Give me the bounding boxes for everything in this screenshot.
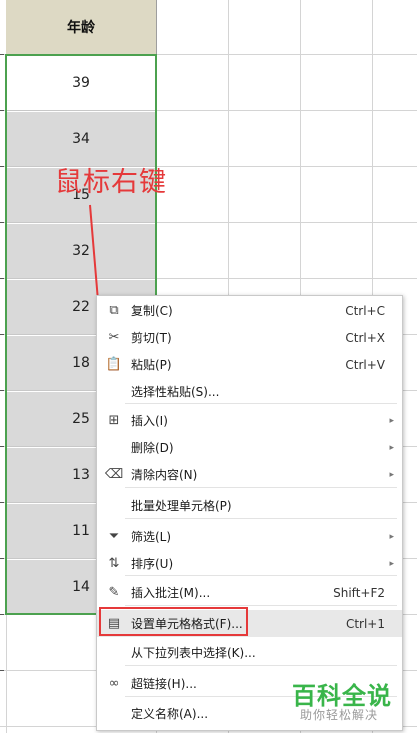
scissors-icon: ✂: [108, 329, 120, 345]
watermark: 百科全说 助你轻松解决: [292, 676, 412, 726]
menu-item[interactable]: ✎ 插入批注(M)... Shift+F2: [97, 579, 402, 606]
menu-item[interactable]: ✂ 剪切(T) Ctrl+X: [97, 324, 402, 351]
menu-item-shortcut: Ctrl+X: [345, 330, 385, 345]
menu-item-label: 批量处理单元格(P): [131, 499, 232, 513]
insert-icon: ⊞: [108, 412, 120, 428]
row-marker: [0, 166, 4, 167]
menu-item-label: 粘贴(P): [131, 358, 172, 372]
row-marker: [0, 334, 4, 335]
menu-item-label: 删除(D): [131, 441, 174, 455]
menu-item[interactable]: ⧉ 复制(C) Ctrl+C: [97, 297, 402, 324]
menu-item[interactable]: 删除(D) ▸: [97, 434, 402, 461]
context-menu: ⧉ 复制(C) Ctrl+C ✂ 剪切(T) Ctrl+X 📋 粘贴(P) Ctrl+V 选择性粘…: [96, 295, 403, 731]
submenu-arrow-icon: ▸: [389, 531, 394, 542]
menu-item-label: 复制(C): [131, 304, 173, 318]
menu-item-label: 插入批注(M)...: [131, 586, 211, 600]
column-header-age[interactable]: 年龄: [6, 0, 157, 55]
filter-icon: ⏷: [108, 528, 120, 544]
row-marker: [0, 390, 4, 391]
paste-icon: 📋: [105, 356, 123, 372]
age-cell[interactable]: 34: [6, 112, 156, 167]
menu-item-label: 插入(I): [131, 414, 168, 428]
comment-icon: ✎: [108, 584, 120, 600]
row-marker: [0, 222, 4, 223]
row-marker: [0, 54, 4, 55]
copy-icon: ⧉: [109, 302, 119, 318]
age-cell[interactable]: 39: [6, 56, 156, 111]
row-marker: [0, 558, 4, 559]
submenu-arrow-icon: ▸: [389, 558, 394, 569]
menu-item-shortcut: Ctrl+V: [345, 357, 385, 372]
row-marker: [0, 670, 4, 671]
eraser-icon: ⌫: [104, 466, 124, 482]
menu-item[interactable]: ⏷ 筛选(L) ▸: [97, 523, 402, 550]
menu-item[interactable]: 选择性粘贴(S)...: [97, 378, 402, 405]
menu-item[interactable]: ⌫ 清除内容(N) ▸: [97, 461, 402, 488]
row-marker: [0, 446, 4, 447]
menu-item-label: 从下拉列表中选择(K)...: [131, 646, 256, 660]
row-marker: [0, 502, 4, 503]
sort-az-icon: ⇅: [108, 555, 120, 571]
menu-item-shortcut: Ctrl+C: [345, 303, 385, 318]
menu-item-label: 排序(U): [131, 557, 174, 571]
menu-item[interactable]: 📋 粘贴(P) Ctrl+V: [97, 351, 402, 378]
menu-item-label: 定义名称(A)...: [131, 707, 209, 721]
watermark-subtitle: 助你轻松解决: [300, 708, 379, 722]
submenu-arrow-icon: ▸: [389, 415, 394, 426]
menu-item-label: 超链接(H)...: [131, 677, 197, 691]
link-icon: ∞: [108, 675, 120, 691]
row-marker: [0, 278, 4, 279]
menu-item-label: 剪切(T): [131, 331, 172, 345]
format-cells-icon: ▤: [107, 615, 121, 631]
menu-item[interactable]: ⊞ 插入(I) ▸: [97, 407, 402, 434]
menu-item-shortcut: Shift+F2: [333, 585, 385, 600]
age-cell[interactable]: 32: [6, 224, 156, 279]
menu-item[interactable]: 从下拉列表中选择(K)...: [97, 639, 402, 666]
row-marker: [0, 614, 4, 615]
submenu-arrow-icon: ▸: [389, 442, 394, 453]
menu-item-label: 选择性粘贴(S)...: [131, 385, 220, 399]
row-marker: [0, 110, 4, 111]
submenu-arrow-icon: ▸: [389, 469, 394, 480]
menu-item[interactable]: 批量处理单元格(P): [97, 492, 402, 519]
annotation-label: 鼠标右键: [55, 167, 167, 198]
menu-item[interactable]: ⇅ 排序(U) ▸: [97, 550, 402, 577]
menu-item-label: 筛选(L): [131, 530, 172, 544]
menu-item-label: 设置单元格格式(F)...: [131, 617, 243, 631]
menu-item-shortcut: Ctrl+1: [345, 616, 385, 631]
menu-item[interactable]: ▤ 设置单元格格式(F)... Ctrl+1: [97, 610, 402, 637]
menu-item-label: 清除内容(N): [131, 468, 198, 482]
